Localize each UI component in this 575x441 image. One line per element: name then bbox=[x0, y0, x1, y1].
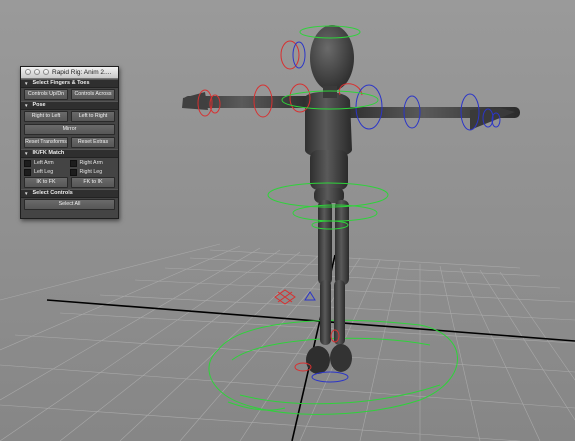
section-fingers-label: Select Fingers & Toes bbox=[32, 80, 90, 86]
left-arm-checkbox[interactable]: Left Arm bbox=[24, 159, 70, 167]
ik-to-fk-button[interactable]: IK to FK bbox=[24, 177, 68, 188]
left-leg-checkbox[interactable]: Left Leg bbox=[24, 168, 70, 176]
mirror-button[interactable]: Mirror bbox=[24, 124, 115, 135]
controls-across-button[interactable]: Controls Across bbox=[71, 89, 115, 100]
right-leg-checkbox[interactable]: Right Leg bbox=[69, 168, 116, 176]
left-to-right-button[interactable]: Left to Right bbox=[71, 111, 115, 122]
select-all-button[interactable]: Select All bbox=[24, 199, 115, 210]
3d-viewport[interactable]: Rapid Rig: Anim 2.... ▼ Select Fingers &… bbox=[0, 0, 575, 441]
panel-titlebar[interactable]: Rapid Rig: Anim 2.... bbox=[21, 67, 118, 79]
collapse-triangle-icon[interactable]: ▼ bbox=[24, 80, 28, 87]
panel-title: Rapid Rig: Anim 2.... bbox=[52, 69, 112, 76]
reset-transforms-button[interactable]: Reset Transforms bbox=[24, 137, 68, 148]
checkbox-box[interactable] bbox=[69, 159, 77, 167]
left-leg-label: Left Leg bbox=[34, 169, 54, 175]
reset-extras-button[interactable]: Reset Extras bbox=[71, 137, 115, 148]
fk-to-ik-button[interactable]: FK to IK bbox=[71, 177, 115, 188]
rapid-rig-panel[interactable]: Rapid Rig: Anim 2.... ▼ Select Fingers &… bbox=[20, 66, 119, 219]
foot-controls[interactable] bbox=[274, 289, 312, 372]
section-pose[interactable]: ▼ Pose bbox=[21, 101, 118, 110]
right-to-left-button[interactable]: Right to Left bbox=[24, 111, 68, 122]
right-arm-checkbox[interactable]: Right Arm bbox=[69, 159, 116, 167]
left-arm-label: Left Arm bbox=[34, 160, 54, 166]
grid-axis-lines bbox=[46, 254, 575, 441]
controls-updn-button[interactable]: Controls Up/Dn bbox=[24, 89, 68, 100]
close-window-icon[interactable] bbox=[25, 69, 31, 75]
collapse-triangle-icon[interactable]: ▼ bbox=[24, 190, 28, 197]
collapse-triangle-icon[interactable]: ▼ bbox=[24, 150, 28, 157]
section-ikfk[interactable]: ▼ IK/FK Match bbox=[21, 149, 118, 158]
character-mesh[interactable] bbox=[182, 25, 520, 374]
section-select-controls[interactable]: ▼ Select Controls bbox=[21, 189, 118, 198]
zoom-window-icon[interactable] bbox=[43, 69, 49, 75]
section-select-label: Select Controls bbox=[32, 190, 73, 196]
right-leg-label: Right Leg bbox=[79, 169, 103, 175]
section-pose-label: Pose bbox=[32, 102, 46, 108]
checkbox-box[interactable] bbox=[69, 168, 77, 176]
section-ikfk-label: IK/FK Match bbox=[32, 150, 65, 156]
checkbox-box[interactable] bbox=[24, 159, 31, 167]
checkbox-box[interactable] bbox=[24, 168, 31, 176]
minimize-window-icon[interactable] bbox=[34, 69, 40, 75]
right-arm-label: Right Arm bbox=[79, 160, 103, 166]
section-fingers-toes[interactable]: ▼ Select Fingers & Toes bbox=[21, 79, 118, 88]
collapse-triangle-icon[interactable]: ▼ bbox=[24, 102, 28, 109]
